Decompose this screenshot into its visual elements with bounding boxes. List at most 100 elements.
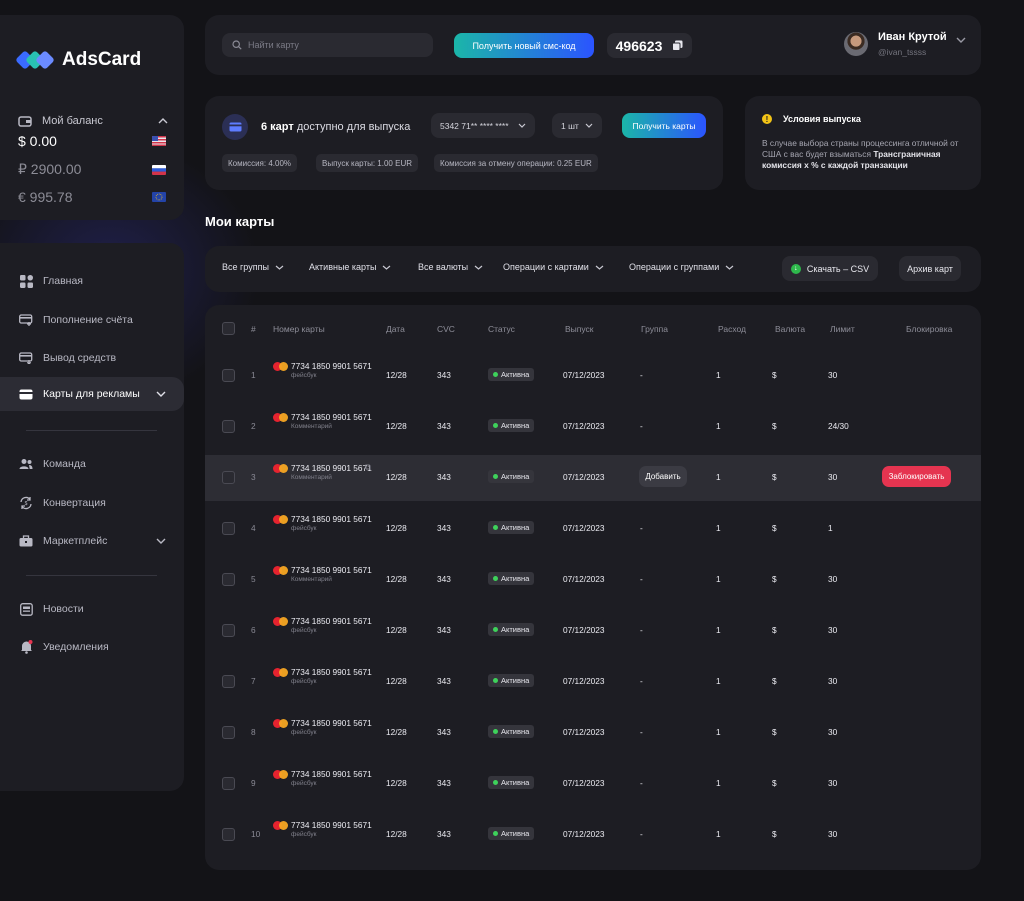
card-cvc: 343 [437,472,451,482]
card-bin-select[interactable]: 5342 71** **** **** [431,113,535,138]
download-csv-button[interactable]: ↓ Скачать – CSV [782,256,878,281]
sidebar-item-label: Конвертация [43,497,106,509]
block-card-button[interactable]: Заблокировать [882,466,951,487]
card-limit: 30 [828,778,838,788]
table-row[interactable]: 8 7734 1850 9901 5671 фейсбук 12/28 343 Актив… [205,710,981,756]
sms-code-box: 496623 [607,33,692,58]
row-number: 10 [251,829,261,839]
card-date: 12/28 [386,829,407,839]
row-number: 4 [251,523,256,533]
row-checkbox[interactable] [222,675,235,688]
card-limit: 24/30 [828,421,849,431]
filter-label: Операции с группами [629,262,720,272]
sidebar-item-convert[interactable]: $ Конвертация [0,486,184,520]
filter-groups[interactable]: Все группы [222,262,284,272]
col-limit: Лимит [830,324,855,334]
copy-icon[interactable]: ⧉ [365,462,371,473]
balance-toggle[interactable]: Мой баланс [18,115,168,127]
mastercard-icon [273,719,289,728]
status-badge: Активна [488,572,535,585]
card-comment: фейсбук [291,627,317,634]
row-number: 9 [251,778,256,788]
sidebar-item-home[interactable]: Главная [0,264,184,298]
card-number: 7734 1850 9901 5671 [291,565,372,575]
table-row[interactable]: 2 7734 1850 9901 5671 Комментарий 12/28 343 А… [205,404,981,450]
card-limit: 30 [828,472,838,482]
fee-chip: Комиссия: 4.00% [222,154,298,172]
sidebar-item-topup[interactable]: Пополнение счёта [0,303,184,337]
table-row[interactable]: 9 7734 1850 9901 5671 фейсбук 12/28 343 Актив… [205,761,981,807]
row-number: 5 [251,574,256,584]
card-currency: $ [772,523,777,533]
issue-conditions-panel: ! Условия выпуска В случае выбора страны… [745,96,981,190]
card-currency: $ [772,727,777,737]
card-comment: Комментарий [291,474,332,481]
table-row[interactable]: 3 7734 1850 9901 5671 Комментарий ⧉ 12/28 343… [205,455,981,501]
card-currency: $ [772,370,777,380]
mastercard-icon [273,821,289,830]
archive-button[interactable]: Архив карт [899,256,961,281]
user-menu[interactable]: Иван Крутой @ivan_tssss [844,31,966,57]
card-date: 12/28 [386,370,407,380]
table-row[interactable]: 4 7734 1850 9901 5671 фейсбук 12/28 343 Актив… [205,506,981,552]
quantity-select[interactable]: 1 шт [552,113,602,138]
table-row[interactable]: 6 7734 1850 9901 5671 фейсбук 12/28 343 Актив… [205,608,981,654]
card-cvc: 343 [437,370,451,380]
mastercard-icon [273,617,289,626]
sidebar-item-label: Пополнение счёта [43,314,133,326]
card-limit: 30 [828,829,838,839]
status-badge: Активна [488,470,535,483]
card-spend: 1 [716,523,721,533]
table-row[interactable]: 5 7734 1850 9901 5671 Комментарий 12/28 343 А… [205,557,981,603]
issue-available-text: 6 карт доступно для выпуска [261,121,410,133]
sidebar-item-news[interactable]: Новости [0,592,184,626]
row-checkbox[interactable] [222,369,235,382]
row-checkbox[interactable] [222,420,235,433]
mastercard-icon [273,770,289,779]
table-row[interactable]: 10 7734 1850 9901 5671 фейсбук 12/28 343 Акти… [205,812,981,858]
table-row[interactable]: 1 7734 1850 9901 5671 фейсбук 12/28 343 Актив… [205,353,981,399]
card-limit: 30 [828,727,838,737]
status-dot [493,525,498,530]
card-issued: 07/12/2023 [563,523,605,533]
card-issued: 07/12/2023 [563,370,605,380]
sidebar-item-team[interactable]: Команда [0,447,184,481]
filter-label: Активные карты [309,262,377,272]
row-checkbox[interactable] [222,777,235,790]
get-cards-button[interactable]: Получить карты [622,113,706,138]
search-box[interactable] [222,33,433,57]
search-input[interactable] [248,40,418,50]
card-out-icon [19,351,33,365]
filter-card-ops[interactable]: Операции с картами [503,262,604,272]
add-to-group-button[interactable]: Добавить [639,466,687,487]
chevron-down-icon [585,123,593,128]
col-cvc: CVC [437,324,455,334]
card-number: 7734 1850 9901 5671 [291,769,372,779]
row-checkbox[interactable] [222,828,235,841]
row-checkbox[interactable] [222,471,235,484]
copy-icon[interactable] [672,40,683,51]
row-checkbox[interactable] [222,573,235,586]
get-sms-code-button[interactable]: Получить новый смс-код [454,33,594,58]
row-checkbox[interactable] [222,726,235,739]
balance-rub-amount: ₽ 2900.00 [18,161,82,177]
us-flag-icon [152,136,166,146]
card-group: - [640,370,643,380]
sidebar-item-ad-cards[interactable]: Карты для рекламы [0,377,184,411]
sidebar-item-label: Вывод средств [43,352,117,364]
select-all-checkbox[interactable] [222,322,235,335]
row-checkbox[interactable] [222,522,235,535]
filter-currencies[interactable]: Все валюты [418,262,483,272]
logo-icon [15,49,55,71]
filter-active[interactable]: Активные карты [309,262,391,272]
status-badge: Активна [488,674,535,687]
filter-group-ops[interactable]: Операции с группами [629,262,734,272]
table-row[interactable]: 7 7734 1850 9901 5671 фейсбук 12/28 343 Актив… [205,659,981,705]
row-checkbox[interactable] [222,624,235,637]
card-date: 12/28 [386,523,407,533]
sidebar-item-market[interactable]: Маркетплейс [0,524,184,558]
sidebar-item-notifications[interactable]: Уведомления [0,630,184,664]
card-comment: фейсбук [291,372,317,379]
sidebar-item-withdraw[interactable]: Вывод средств [0,341,184,375]
logo[interactable]: AdsCard [15,49,141,71]
